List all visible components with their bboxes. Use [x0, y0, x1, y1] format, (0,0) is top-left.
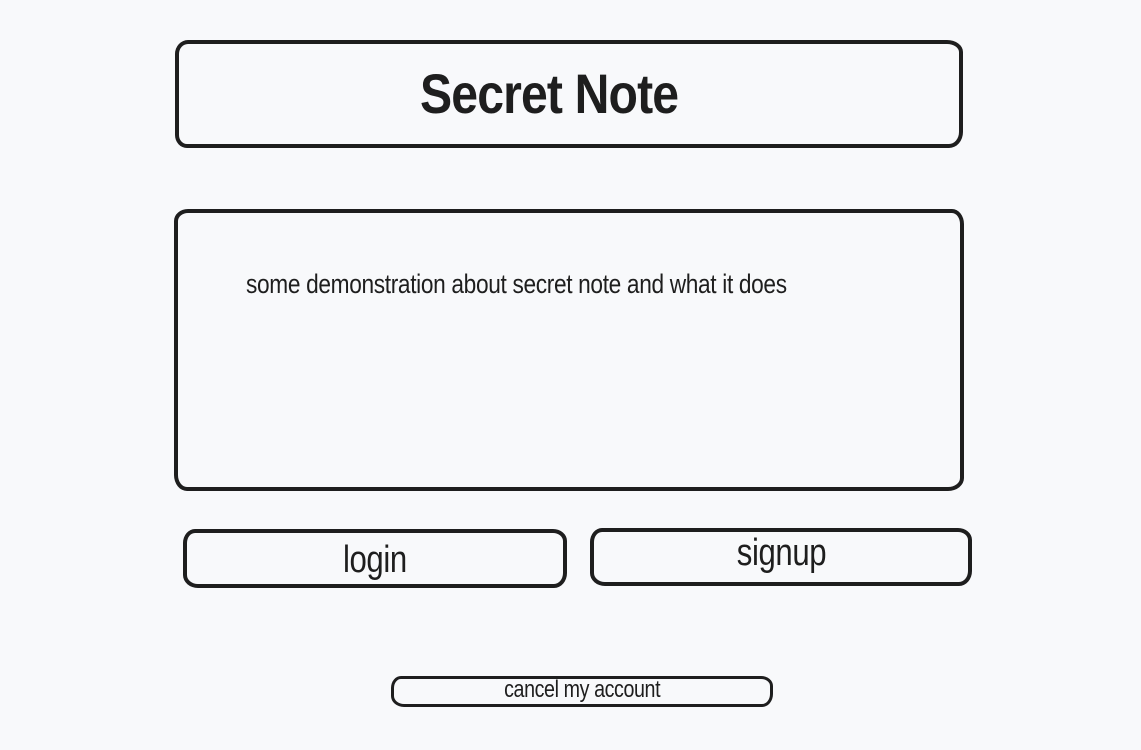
page-title: Secret Note — [419, 62, 679, 125]
login-button[interactable]: login — [183, 529, 567, 588]
title-box: Secret Note — [175, 40, 963, 148]
login-button-label: login — [343, 538, 407, 581]
description-box: some demonstration about secret note and… — [174, 209, 964, 491]
description-text: some demonstration about secret note and… — [246, 269, 787, 299]
cancel-account-button[interactable]: cancel my account — [391, 676, 773, 707]
signup-button-label: signup — [736, 532, 826, 574]
cancel-account-button-label: cancel my account — [503, 675, 661, 703]
signup-button[interactable]: signup — [590, 528, 972, 586]
